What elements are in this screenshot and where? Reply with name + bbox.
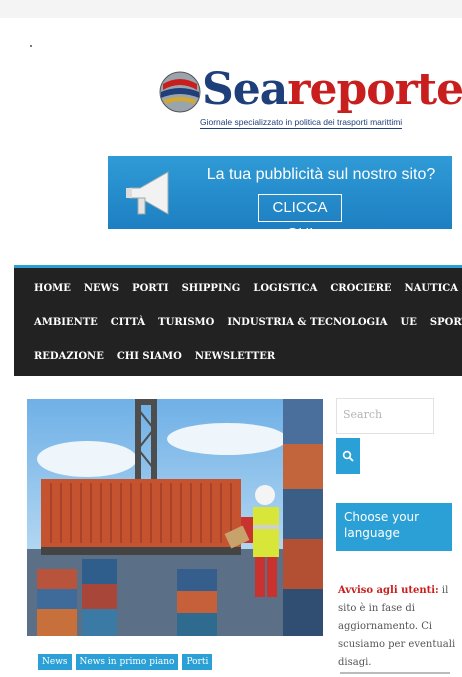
nav-item-sport[interactable]: SPORT	[430, 317, 462, 328]
nav-item-redazione[interactable]: REDAZIONE	[34, 351, 104, 362]
banner-button[interactable]: CLICCA QUI	[258, 194, 342, 229]
nav-item-porti[interactable]: PORTI	[132, 283, 168, 294]
nav-item-shipping[interactable]: SHIPPING	[182, 283, 241, 294]
search-input[interactable]: Search	[336, 398, 434, 434]
megaphone-icon	[126, 171, 169, 215]
search-icon	[342, 450, 354, 462]
container-port-image	[27, 399, 323, 636]
tag-news[interactable]: News	[38, 654, 72, 670]
nav-item-news[interactable]: NEWS	[84, 283, 119, 294]
nav-row-1: HOME NEWS PORTI SHIPPING LOGISTICA CROCI…	[34, 283, 462, 294]
article-featured-image[interactable]	[27, 399, 323, 636]
nav-item-logistica[interactable]: LOGISTICA	[253, 283, 317, 294]
nav-row-3: REDAZIONE CHI SIAMO NEWSLETTER	[34, 351, 288, 362]
nav-item-newsletter[interactable]: NEWSLETTER	[195, 351, 275, 362]
site-logo[interactable]: Seareporter Giornale specializzato in po…	[158, 62, 462, 142]
logo-reporter: reporter	[287, 64, 462, 115]
nav-item-industria[interactable]: INDUSTRIA & TECNOLOGIA	[227, 317, 387, 328]
decorative-dot	[30, 45, 32, 47]
nav-item-ambiente[interactable]: AMBIENTE	[34, 317, 98, 328]
logo-wordmark: Seareporter	[202, 62, 462, 118]
tag-news-primo-piano[interactable]: News in primo piano	[75, 654, 179, 670]
nav-item-chi-siamo[interactable]: CHI SIAMO	[117, 351, 182, 362]
nav-item-turismo[interactable]: TURISMO	[158, 317, 214, 328]
nav-item-citta[interactable]: CITTÀ	[111, 317, 145, 328]
notice-text: il sito è in fase di aggiornamento. Ci s…	[338, 585, 456, 668]
language-selector[interactable]: Choose your language	[336, 503, 452, 551]
notice-divider	[340, 672, 450, 674]
nav-item-nautica[interactable]: NAUTICA	[405, 283, 458, 294]
logo-tagline: Giornale specializzato in politica dei t…	[200, 117, 403, 129]
tag-porti[interactable]: Porti	[182, 654, 213, 670]
globe-icon	[159, 71, 201, 113]
user-notice: Avviso agli utenti: il sito è in fase di…	[338, 582, 456, 672]
ad-banner[interactable]: La tua pubblicità sul nostro sito? CLICC…	[108, 156, 452, 229]
article-tags: News News in primo piano Porti	[38, 654, 213, 670]
banner-text: La tua pubblicità sul nostro sito?	[206, 166, 436, 183]
nav-item-home[interactable]: HOME	[34, 283, 71, 294]
nav-item-ue[interactable]: UE	[401, 317, 417, 328]
nav-row-2: AMBIENTE CITTÀ TURISMO INDUSTRIA & TECNO…	[34, 317, 462, 328]
top-bar	[0, 0, 462, 18]
main-navigation: HOME NEWS PORTI SHIPPING LOGISTICA CROCI…	[14, 265, 462, 376]
notice-title: Avviso agli utenti:	[338, 585, 439, 596]
logo-sea: Sea	[202, 64, 288, 115]
nav-item-crociere[interactable]: CROCIERE	[330, 283, 391, 294]
search-button[interactable]	[336, 438, 360, 474]
